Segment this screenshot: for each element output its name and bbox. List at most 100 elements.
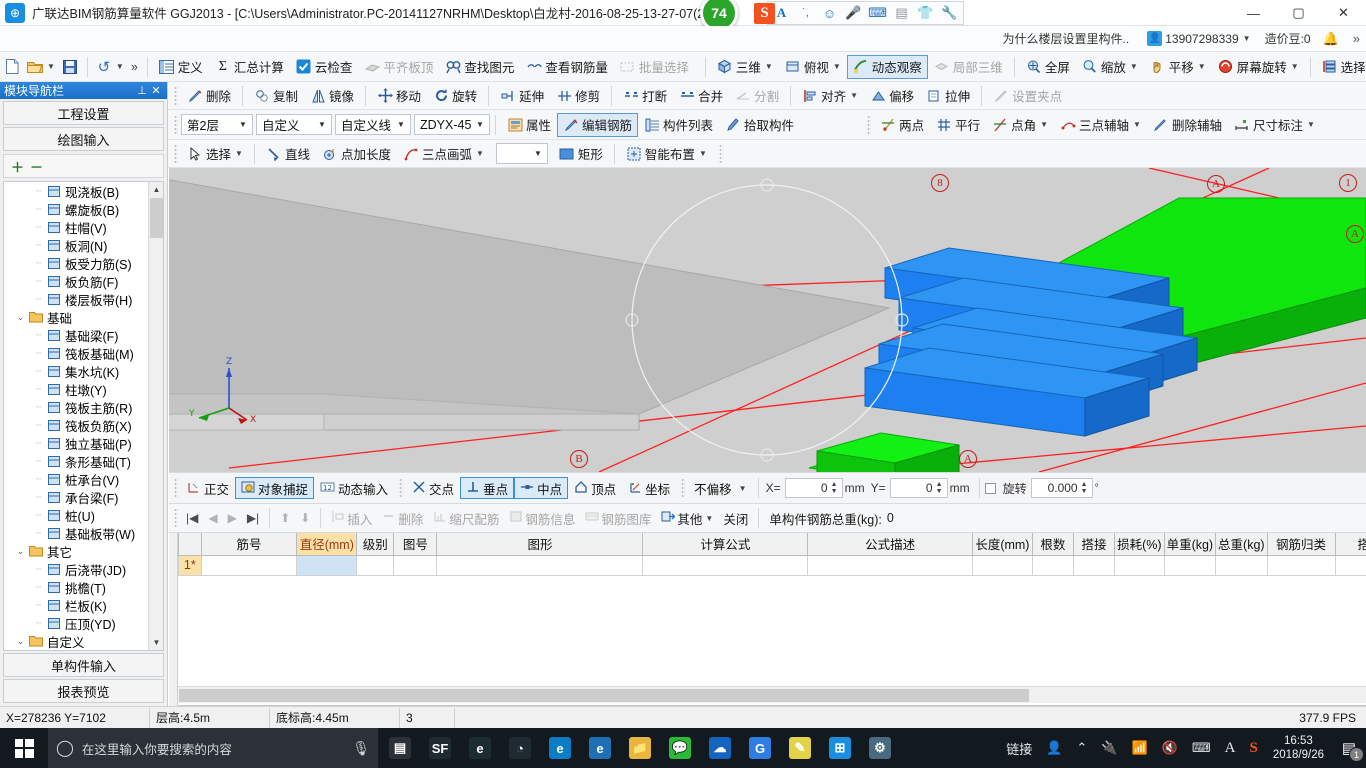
table-cell[interactable] bbox=[393, 554, 438, 576]
axis-bubble-A-top[interactable]: A bbox=[1207, 175, 1225, 193]
edit-rebar-button[interactable]: 编辑钢筋 bbox=[557, 112, 639, 137]
collapse-all-icon[interactable]: － bbox=[30, 157, 43, 176]
tree-item[interactable]: ┈ 后浇带(JD) bbox=[4, 560, 148, 578]
component-tree[interactable]: ┈ 现浇板(B) ┈ 螺旋板(B) ┈ 柱帽(V) ┈ 板洞(N) ┈ 板受力筋(S) ┈ 板负筋(F… bbox=[3, 181, 164, 651]
file-explorer-icon[interactable]: 📁 bbox=[620, 728, 660, 768]
rectangle-tool-button[interactable]: 矩形 bbox=[553, 142, 609, 166]
minimize-button[interactable]: — bbox=[1231, 0, 1276, 26]
table-cell[interactable] bbox=[1215, 554, 1268, 576]
fullscreen-button[interactable]: 全屏 bbox=[1020, 55, 1076, 79]
rotate-spinner[interactable]: ▲ ▼ bbox=[1079, 481, 1090, 495]
pin-icon[interactable]: ⊥ bbox=[135, 84, 149, 97]
bell-icon[interactable]: 🔔 bbox=[1323, 31, 1339, 47]
smart-layout-button[interactable]: 智能布置 ▼ bbox=[620, 142, 713, 166]
toolbar-grip[interactable] bbox=[174, 508, 178, 528]
chevron-down-icon[interactable]: ▼ bbox=[1198, 62, 1206, 71]
rotate-input[interactable]: 0.000 ▲ ▼ bbox=[1030, 478, 1093, 498]
drawing-input-button[interactable]: 绘图输入 bbox=[3, 127, 164, 151]
tool-app-icon[interactable]: ⚙ bbox=[860, 728, 900, 768]
point-angle-button[interactable]: 点角 ▼ bbox=[986, 113, 1054, 137]
point-plus-length-button[interactable]: 点加长度 bbox=[316, 142, 397, 166]
report-preview-button[interactable]: 报表预览 bbox=[3, 679, 164, 703]
chrome-g-icon[interactable]: G bbox=[740, 728, 780, 768]
ie-icon[interactable]: e bbox=[580, 728, 620, 768]
start-button[interactable] bbox=[0, 728, 48, 768]
tree-item[interactable]: ┈ 栏板(K) bbox=[4, 596, 148, 614]
tree-item[interactable]: ┈ 筏板负筋(X) bbox=[4, 416, 148, 434]
toolbar-grip[interactable] bbox=[867, 114, 872, 135]
toolbar-grip[interactable] bbox=[681, 478, 686, 498]
column-header[interactable]: 长度(mm) bbox=[972, 533, 1033, 556]
tree-item[interactable]: ┈ 基础梁(F) bbox=[4, 326, 148, 344]
tree-item[interactable]: ┈ 独立基础(P) bbox=[4, 434, 148, 452]
tree-item[interactable]: ┈ 压顶(YD) bbox=[4, 614, 148, 632]
offset-button[interactable]: 偏移 bbox=[864, 84, 920, 108]
chevron-down-icon[interactable]: ▼ bbox=[765, 62, 773, 71]
account-more-button[interactable]: » bbox=[1353, 31, 1360, 46]
tree-folder[interactable]: ⌄ 自定义 bbox=[4, 632, 148, 650]
column-header[interactable]: 直径(mm) bbox=[296, 533, 358, 556]
taskbar-clock[interactable]: 16:53 2018/9/26 bbox=[1265, 734, 1332, 762]
table-cell[interactable] bbox=[972, 554, 1033, 576]
chevron-down-icon[interactable]: ⌄ bbox=[14, 636, 27, 647]
task-view-icon[interactable]: ▤ bbox=[380, 728, 420, 768]
offset-mode-select[interactable]: 不偏移 ▼ bbox=[688, 477, 752, 499]
action-center-button[interactable]: ▤ 1 bbox=[1332, 728, 1366, 768]
zoom-button[interactable]: 缩放 ▼ bbox=[1076, 55, 1144, 79]
select-tool-button[interactable]: 选择 ▼ bbox=[181, 142, 249, 166]
tree-item[interactable]: ┈ 螺旋板(B) bbox=[4, 200, 148, 218]
weather-icon[interactable]: ◔ bbox=[500, 728, 540, 768]
toolbox-icon[interactable]: 🔧 bbox=[940, 4, 959, 23]
coordinate-snap[interactable]: 坐标 bbox=[622, 477, 676, 499]
undo-button[interactable]: ↺ ▼ bbox=[93, 55, 127, 79]
punctuation-mode-icon[interactable]: ˙, bbox=[796, 4, 815, 23]
chevron-down-icon[interactable]: ⌄ bbox=[14, 312, 27, 323]
axis-bubble-8[interactable]: 8 bbox=[931, 174, 949, 192]
column-header[interactable] bbox=[178, 533, 202, 556]
notes-icon[interactable]: ✎ bbox=[780, 728, 820, 768]
mirror-button[interactable]: 镜像 bbox=[304, 84, 360, 108]
table-cell[interactable] bbox=[200, 554, 298, 576]
volume-mute-icon[interactable]: 🔇 bbox=[1155, 740, 1185, 756]
three-point-arc-button[interactable]: 三点画弧 ▼ bbox=[397, 142, 490, 166]
move-button[interactable]: 移动 bbox=[371, 84, 427, 108]
axis-bubble-1[interactable]: 1 bbox=[1339, 174, 1357, 192]
tree-item[interactable]: ┈ 柱墩(Y) bbox=[4, 380, 148, 398]
trim-button[interactable]: 修剪 bbox=[550, 84, 606, 108]
properties-button[interactable]: 属性 bbox=[501, 113, 557, 137]
perpendicular-snap[interactable]: 垂点 bbox=[460, 477, 515, 499]
chevron-down-icon[interactable]: ▼ bbox=[705, 514, 713, 523]
dimension-button[interactable]: 尺寸标注 ▼ bbox=[1228, 113, 1321, 137]
chevron-down-icon[interactable]: ⌄ bbox=[14, 546, 27, 557]
battery-icon[interactable]: 🔌 bbox=[1094, 740, 1124, 756]
tree-vertical-scrollbar[interactable]: ▲ ▼ bbox=[148, 182, 163, 650]
vertex-snap[interactable]: 顶点 bbox=[568, 477, 622, 499]
chevron-down-icon[interactable]: ▼ bbox=[476, 149, 484, 158]
tree-folder[interactable]: ⌄ 其它 bbox=[4, 542, 148, 560]
last-record-button[interactable]: ▶| bbox=[242, 507, 264, 529]
table-row[interactable]: 1* bbox=[178, 554, 1366, 576]
toolbar-grip[interactable] bbox=[174, 114, 178, 135]
rebar-table-container[interactable]: 筋号 直径(mm) 级别 图号 图形 计算公式 公式描述 长度(mm) 根数 搭接 损耗(%) 单重(… bbox=[178, 533, 1366, 706]
toolbar-grip[interactable] bbox=[399, 478, 404, 498]
dynamic-input-toggle[interactable]: 12 动态输入 bbox=[314, 477, 394, 499]
table-cell[interactable] bbox=[1072, 554, 1116, 576]
onedrive-icon[interactable]: ☁ bbox=[700, 728, 740, 768]
scroll-up-button[interactable]: ▲ bbox=[149, 182, 163, 197]
scroll-down-button[interactable]: ▼ bbox=[149, 635, 163, 650]
keyboard-icon[interactable]: ⌨ bbox=[1185, 740, 1218, 756]
parallel-axis-button[interactable]: 平行 bbox=[930, 113, 986, 137]
column-header[interactable]: 计算公式 bbox=[642, 533, 809, 556]
move-up-button[interactable]: ⬆ bbox=[275, 507, 295, 529]
chevron-down-icon[interactable]: ▼ bbox=[473, 120, 487, 129]
table-cell[interactable] bbox=[1334, 554, 1366, 576]
column-header[interactable]: 根数 bbox=[1031, 533, 1074, 556]
column-header[interactable]: 级别 bbox=[356, 533, 395, 556]
tree-item[interactable]: ┈ 基础板带(W) bbox=[4, 524, 148, 542]
chevron-down-icon[interactable]: ▼ bbox=[1291, 62, 1299, 71]
toolbar-grip[interactable] bbox=[174, 143, 178, 164]
y-spinner[interactable]: ▲ ▼ bbox=[934, 481, 945, 495]
table-cell[interactable] bbox=[296, 554, 358, 576]
sogou-tray-icon[interactable]: S bbox=[1242, 740, 1264, 757]
user-account[interactable]: 👤 13907298339 ▼ bbox=[1147, 31, 1251, 46]
